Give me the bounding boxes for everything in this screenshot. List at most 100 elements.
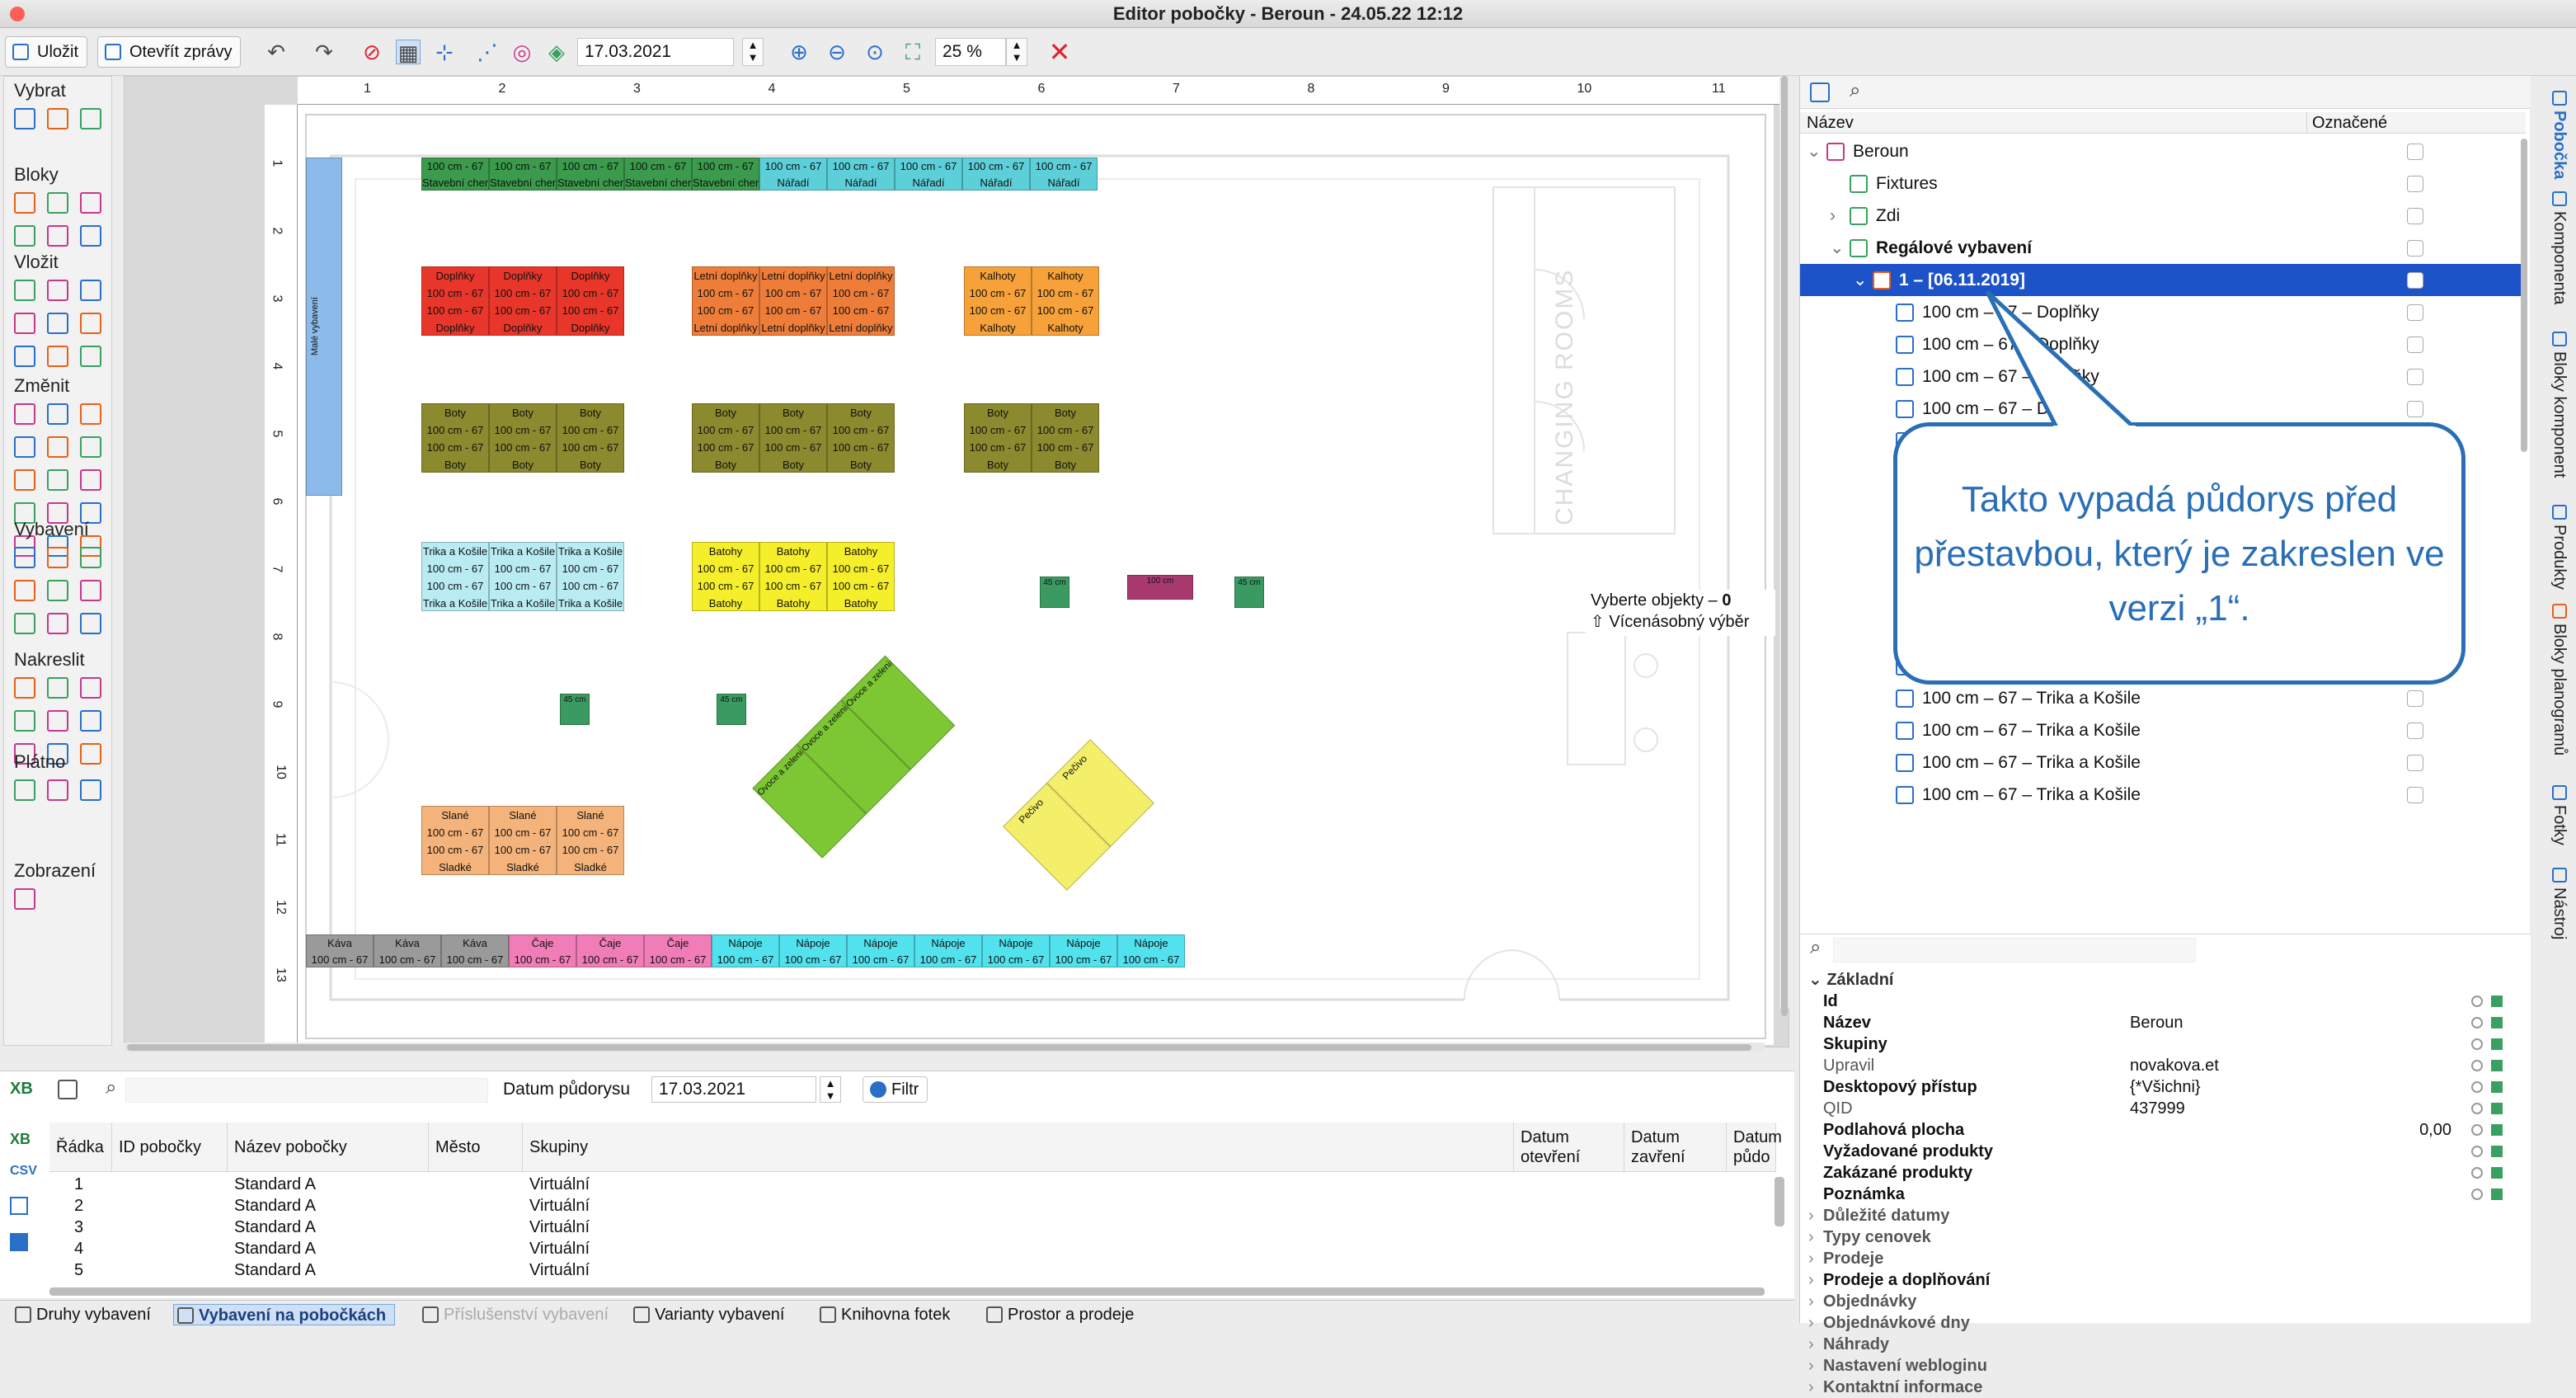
palette-tool-icon[interactable] <box>14 547 35 568</box>
fixture-unit[interactable]: Doplňky 100 cm - 67 100 cm - 67 Doplňky <box>489 266 557 336</box>
reset-icon[interactable] <box>2471 1146 2483 1157</box>
property-row[interactable]: Id <box>1800 991 2526 1012</box>
palette-tool-icon[interactable] <box>14 469 35 491</box>
marked-checkbox[interactable] <box>2407 304 2423 321</box>
reset-icon[interactable] <box>2471 1060 2483 1071</box>
snap-icon[interactable]: ⊹ <box>432 40 457 64</box>
zoom-stepper[interactable]: ▲ ▼ <box>1006 38 1027 66</box>
palette-tool-icon[interactable] <box>80 108 101 129</box>
property-group[interactable]: › Nastavení webloginu <box>1800 1355 2526 1377</box>
close-window-button[interactable] <box>10 7 25 21</box>
palette-tool-icon[interactable] <box>47 192 68 214</box>
apply-icon[interactable] <box>2491 1189 2503 1200</box>
marked-checkbox[interactable] <box>2407 723 2423 739</box>
fixture-unit[interactable]: 100 cm - 67 Stavební chemie <box>692 158 759 191</box>
zoom-field[interactable]: 25 % <box>935 38 1006 66</box>
filter-button[interactable]: Filtr <box>863 1076 928 1103</box>
reset-icon[interactable] <box>2471 1103 2483 1114</box>
apply-icon[interactable] <box>2491 1060 2503 1071</box>
palette-tool-icon[interactable] <box>80 436 101 458</box>
export-xb-icon[interactable]: XB <box>10 1131 31 1148</box>
fixture-unit[interactable]: Boty 100 cm - 67 100 cm - 67 Boty <box>964 403 1032 473</box>
fixture-unit[interactable]: 100 cm - 67 Nářadí <box>895 158 962 191</box>
reset-icon[interactable] <box>2471 1038 2483 1050</box>
property-row[interactable]: Vyžadované produkty <box>1800 1141 2526 1162</box>
apply-icon[interactable] <box>2491 996 2503 1007</box>
palette-tool-icon[interactable] <box>14 346 35 367</box>
zoom-in-icon[interactable]: ⊕ <box>787 40 811 64</box>
reset-icon[interactable] <box>2471 1081 2483 1093</box>
property-group[interactable]: › Objednávkové dny <box>1800 1312 2526 1334</box>
marked-checkbox[interactable] <box>2407 240 2423 257</box>
tree-row[interactable]: ⌄ Regálové vybavení <box>1800 232 2526 264</box>
tree-expand-arrow[interactable]: › <box>1830 200 1836 232</box>
table-row[interactable]: 3 Standard A Virtuální <box>49 1217 1773 1238</box>
palette-tool-icon[interactable] <box>14 403 35 425</box>
fixture-unit[interactable]: 100 cm - 67 Stavební chemie <box>489 158 557 191</box>
reset-icon[interactable] <box>2471 1189 2483 1200</box>
bottom-tab[interactable]: Druhy vybavení <box>12 1304 151 1325</box>
table-row[interactable]: 5 Standard A Virtuální <box>49 1259 1773 1281</box>
palette-tool-icon[interactable] <box>47 469 68 491</box>
tree-row[interactable]: 100 cm – 67 – Doplňky <box>1800 393 2526 425</box>
side-tab[interactable]: Fotky <box>2550 785 2569 845</box>
tree-scrollbar[interactable] <box>2521 139 2527 452</box>
side-tab[interactable]: Pobočka <box>2550 91 2569 179</box>
palette-tool-icon[interactable] <box>80 743 101 765</box>
table-column-header[interactable]: Řádka <box>49 1123 112 1172</box>
palette-tool-icon[interactable] <box>80 313 101 334</box>
table-scrollbar[interactable] <box>1775 1177 1784 1226</box>
bottom-search-input[interactable] <box>125 1078 488 1103</box>
fixture-unit[interactable]: Letní doplňky 100 cm - 67 100 cm - 67 Letní… <box>827 266 895 336</box>
table-h-scrollbar[interactable] <box>49 1287 1765 1296</box>
fixture-unit[interactable]: Letní doplňky 100 cm - 67 100 cm - 67 Letní… <box>692 266 759 336</box>
palette-tool-icon[interactable] <box>14 280 35 301</box>
table-column-header[interactable]: Datum půdo <box>1727 1123 1782 1172</box>
fixture-unit[interactable]: Slané 100 cm - 67 100 cm - 67 Sladké <box>489 806 557 875</box>
reset-icon[interactable] <box>2471 1167 2483 1179</box>
fixture-unit[interactable]: Kalhoty 100 cm - 67 100 cm - 67 Kalhoty <box>964 266 1032 336</box>
tree-row[interactable]: 100 cm – 67 – Trika a Košile <box>1800 714 2526 746</box>
bottom-search-icon[interactable]: ⌕ <box>106 1076 116 1099</box>
palette-tool-icon[interactable] <box>14 313 35 334</box>
marked-checkbox[interactable] <box>2407 369 2423 385</box>
marked-checkbox[interactable] <box>2407 208 2423 224</box>
palette-tool-icon[interactable] <box>80 469 101 491</box>
fixture-unit[interactable]: Letní doplňky 100 cm - 67 100 cm - 67 Letní… <box>759 266 827 336</box>
tree-row[interactable]: ⌄ 1 – [06.11.2019] <box>1800 264 2526 296</box>
palette-tool-icon[interactable] <box>14 677 35 699</box>
fixture-unit[interactable]: Nápoje 100 cm - 67 <box>982 934 1050 967</box>
property-row[interactable]: Poznámka <box>1800 1184 2526 1205</box>
open-reports-button[interactable]: Otevřít zprávy <box>97 36 242 68</box>
fixture-unit[interactable]: Doplňky 100 cm - 67 100 cm - 67 Doplňky <box>421 266 489 336</box>
property-group[interactable]: › Náhrady <box>1800 1334 2526 1355</box>
side-tab[interactable]: Bloky komponent <box>2550 332 2569 478</box>
fixture-unit[interactable]: 100 cm - 67 Nářadí <box>1030 158 1098 191</box>
apply-icon[interactable] <box>2491 1081 2503 1093</box>
camera-icon[interactable]: ◎ <box>510 40 534 64</box>
tree-expand-arrow[interactable]: ⌄ <box>1830 232 1845 264</box>
tree-row[interactable]: Fixtures <box>1800 167 2526 200</box>
palette-tool-icon[interactable] <box>47 547 68 568</box>
property-row[interactable]: Upravil novakova.et <box>1800 1055 2526 1076</box>
fixture-unit[interactable]: Nápoje 100 cm - 67 <box>847 934 914 967</box>
fixture-unit[interactable]: Nápoje 100 cm - 67 <box>712 934 779 967</box>
no-snap-icon[interactable]: ⊘ <box>360 40 384 64</box>
fixture-unit[interactable]: Batohy 100 cm - 67 100 cm - 67 Batohy <box>759 542 827 611</box>
fixture-unit[interactable]: Boty 100 cm - 67 100 cm - 67 Boty <box>759 403 827 473</box>
apply-icon[interactable] <box>2491 1017 2503 1028</box>
table-column-header[interactable]: ID pobočky <box>112 1123 228 1172</box>
palette-tool-icon[interactable] <box>14 580 35 601</box>
grid-toggle-icon[interactable]: ▦ <box>396 40 421 65</box>
plan-date-field[interactable]: 17.03.2021 <box>577 38 734 66</box>
date-stepper[interactable]: ▲ ▼ <box>742 38 764 66</box>
palette-tool-icon[interactable] <box>80 613 101 634</box>
fixture-unit[interactable]: Čaje 100 cm - 67 <box>644 934 712 967</box>
table-options-icon[interactable] <box>58 1080 78 1099</box>
small-fixture[interactable]: 45 cm <box>1234 577 1264 608</box>
side-tab[interactable]: Produkty <box>2550 505 2569 590</box>
connect-icon[interactable]: ⋰ <box>475 40 500 64</box>
reset-icon[interactable] <box>2471 1017 2483 1028</box>
palette-tool-icon[interactable] <box>47 580 68 601</box>
fixture-unit[interactable]: Kalhoty 100 cm - 67 100 cm - 67 Kalhoty <box>1032 266 1099 336</box>
